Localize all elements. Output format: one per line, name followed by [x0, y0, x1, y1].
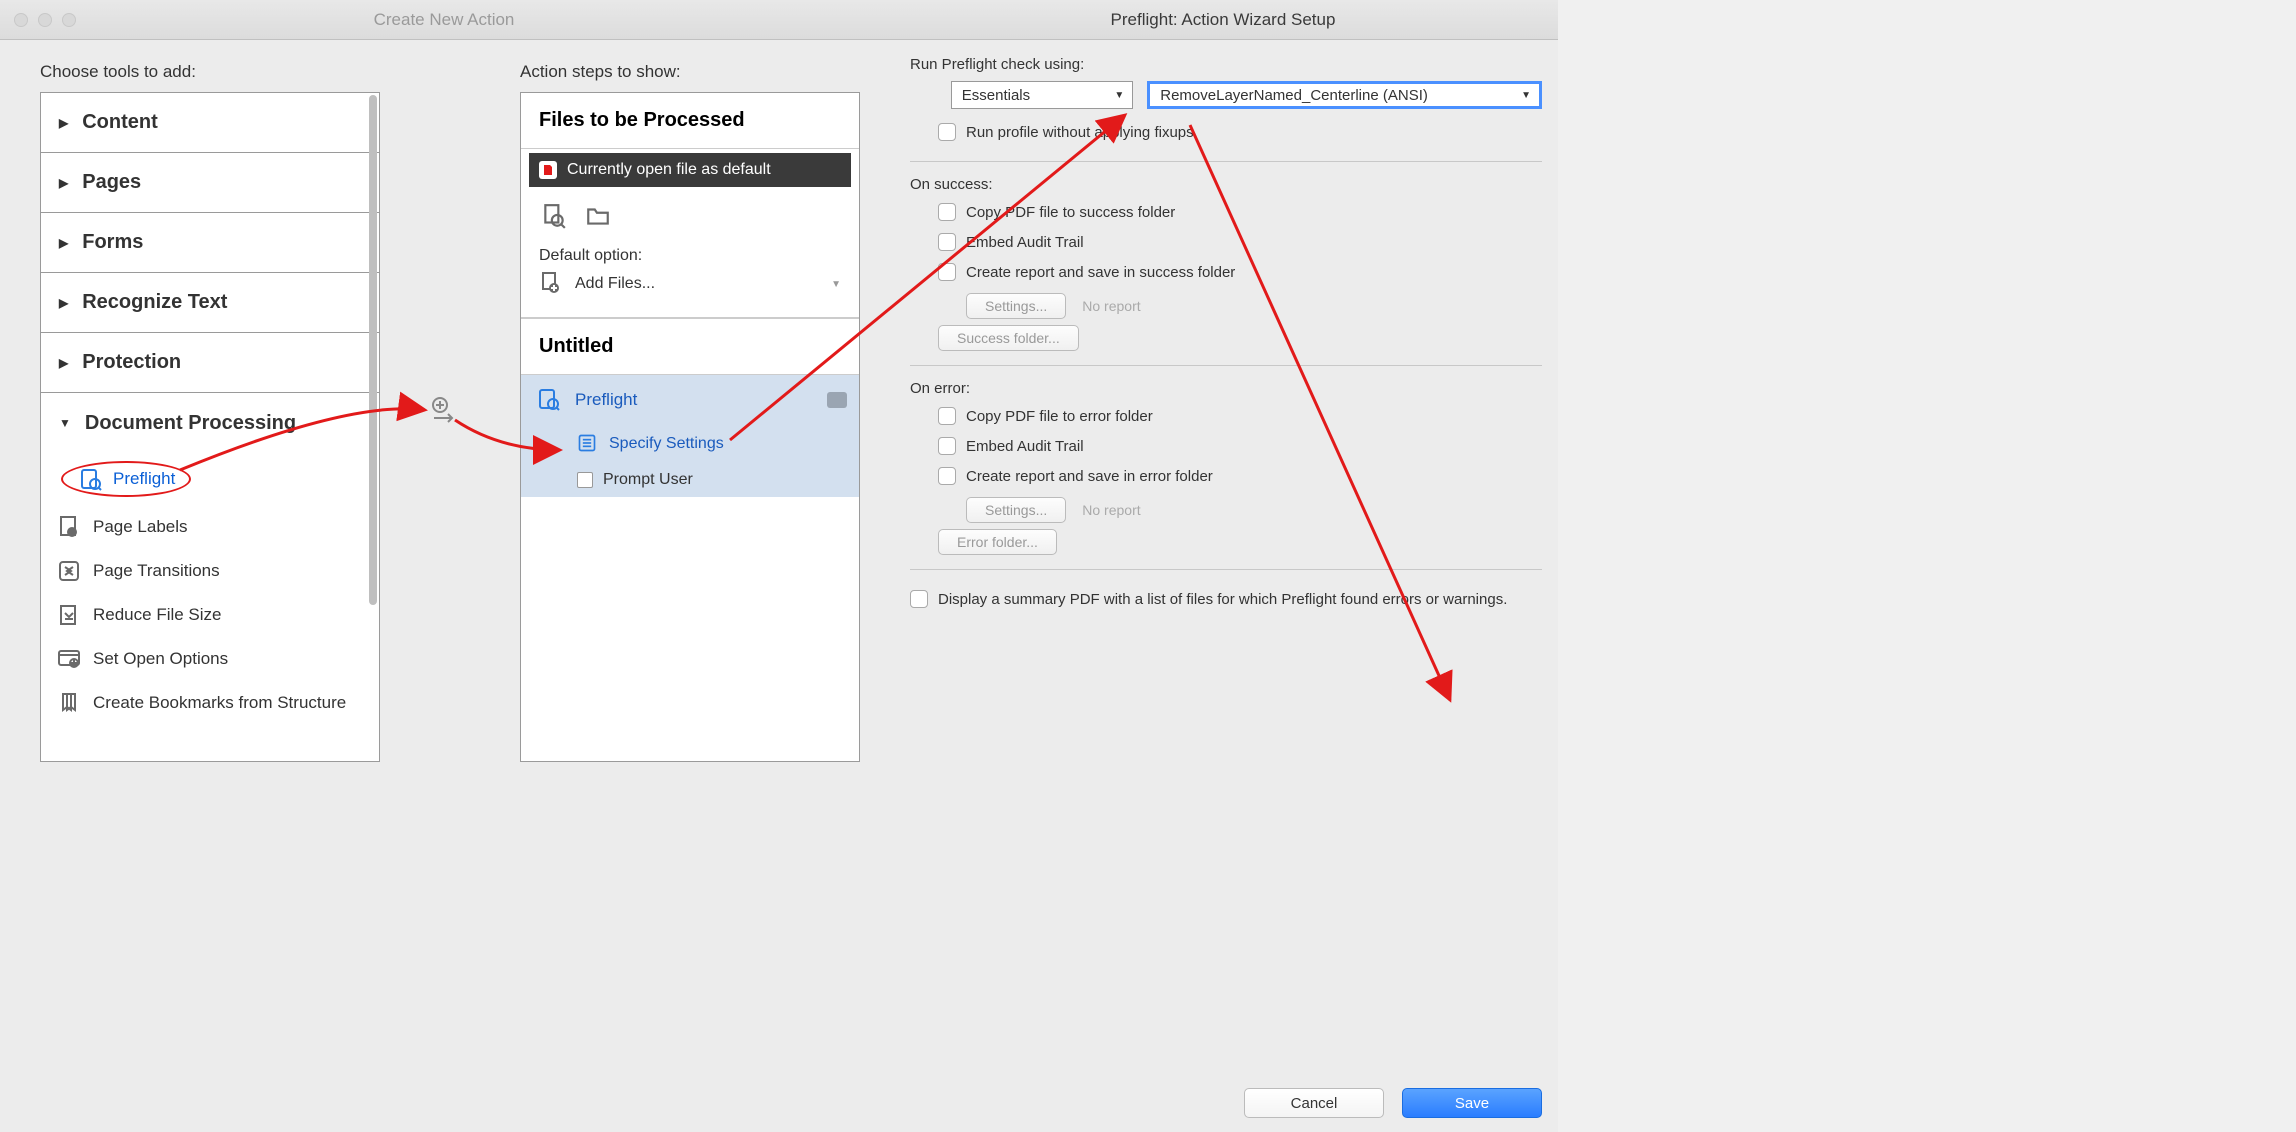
chevron-right-icon: ▶: [59, 116, 68, 130]
on-success-label: On success:: [910, 176, 1542, 193]
embed-audit-error-checkbox[interactable]: [938, 437, 956, 455]
step-prompt-user[interactable]: Prompt User: [521, 463, 859, 497]
window-title-right: Preflight: Action Wizard Setup: [888, 10, 1558, 30]
create-report-error-row[interactable]: Create report and save in error folder: [910, 461, 1542, 491]
chevron-down-icon: ▼: [1521, 90, 1531, 101]
tool-preflight[interactable]: Preflight: [41, 453, 379, 505]
settings-list-icon: [577, 433, 599, 455]
chevron-right-icon: ▶: [59, 356, 68, 370]
embed-audit-success-row[interactable]: Embed Audit Trail: [910, 227, 1542, 257]
display-summary-checkbox[interactable]: [910, 590, 928, 608]
default-option-label: Default option:: [539, 247, 841, 265]
error-folder-button[interactable]: Error folder...: [938, 529, 1057, 555]
run-without-fixups-checkbox[interactable]: [938, 123, 956, 141]
steps-panel: Files to be Processed Currently open fil…: [520, 92, 860, 762]
window-title-left: Create New Action: [0, 10, 888, 30]
titlebar-left: Create New Action: [0, 0, 888, 40]
preflight-wizard-window: Preflight: Action Wizard Setup Run Prefl…: [888, 0, 1558, 1132]
category-content[interactable]: ▶Content: [41, 93, 379, 153]
chevron-down-icon: ▼: [59, 416, 71, 430]
copy-error-row[interactable]: Copy PDF file to error folder: [910, 401, 1542, 431]
chevron-right-icon: ▶: [59, 296, 68, 310]
copy-error-checkbox[interactable]: [938, 407, 956, 425]
untitled-header: Untitled: [521, 318, 859, 375]
step-options-icon[interactable]: [827, 392, 847, 408]
create-report-success-checkbox[interactable]: [938, 263, 956, 281]
settings-error-button[interactable]: Settings...: [966, 497, 1066, 523]
embed-audit-error-row[interactable]: Embed Audit Trail: [910, 431, 1542, 461]
browse-file-icon[interactable]: [539, 201, 569, 231]
step-specify-settings[interactable]: Specify Settings: [521, 425, 859, 463]
tool-reduce-file-size[interactable]: Reduce File Size: [41, 593, 379, 637]
no-report-success-text: No report: [1082, 298, 1140, 314]
embed-audit-success-checkbox[interactable]: [938, 233, 956, 251]
cancel-button[interactable]: Cancel: [1244, 1088, 1384, 1118]
category-recognize-text[interactable]: ▶Recognize Text: [41, 273, 379, 333]
titlebar-right: Preflight: Action Wizard Setup: [888, 0, 1558, 40]
folder-icon[interactable]: [583, 201, 613, 231]
chevron-down-icon: ▼: [1114, 90, 1124, 101]
chevron-down-icon: ▼: [831, 279, 841, 290]
category-pages[interactable]: ▶Pages: [41, 153, 379, 213]
run-check-label: Run Preflight check using:: [910, 56, 1542, 73]
category-document-processing[interactable]: ▼Document Processing: [41, 393, 379, 453]
create-report-success-row[interactable]: Create report and save in success folder: [910, 257, 1542, 287]
step-preflight[interactable]: Preflight: [521, 375, 859, 425]
tool-page-transitions[interactable]: Page Transitions: [41, 549, 379, 593]
category-protection[interactable]: ▶Protection: [41, 333, 379, 393]
add-tool-button[interactable]: [428, 396, 458, 431]
no-report-error-text: No report: [1082, 502, 1140, 518]
page-labels-icon: 1: [55, 513, 83, 541]
settings-success-button[interactable]: Settings...: [966, 293, 1066, 319]
files-to-be-processed-header: Files to be Processed: [521, 93, 859, 149]
copy-success-checkbox[interactable]: [938, 203, 956, 221]
bookmarks-icon: [55, 689, 83, 717]
reduce-file-size-icon: [55, 601, 83, 629]
save-button[interactable]: Save: [1402, 1088, 1542, 1118]
run-without-fixups-row[interactable]: Run profile without applying fixups: [910, 117, 1542, 147]
pdf-icon: [539, 161, 557, 179]
tool-set-open-options[interactable]: Set Open Options: [41, 637, 379, 681]
set-open-options-icon: [55, 645, 83, 673]
tools-panel: ▶Content ▶Pages ▶Forms ▶Recognize Text ▶…: [40, 92, 380, 762]
steps-label: Action steps to show:: [520, 62, 860, 82]
tool-create-bookmarks[interactable]: Create Bookmarks from Structure: [41, 681, 379, 725]
svg-text:1: 1: [70, 530, 74, 537]
tools-scrollbar[interactable]: [369, 95, 377, 759]
create-action-window: Create New Action Choose tools to add: ▶…: [0, 0, 888, 1132]
copy-success-row[interactable]: Copy PDF file to success folder: [910, 197, 1542, 227]
prompt-user-checkbox[interactable]: [577, 472, 593, 488]
create-report-error-checkbox[interactable]: [938, 467, 956, 485]
add-files-icon: [539, 271, 565, 297]
currently-open-file-row: Currently open file as default: [529, 153, 851, 187]
category-forms[interactable]: ▶Forms: [41, 213, 379, 273]
tool-page-labels[interactable]: 1 Page Labels: [41, 505, 379, 549]
chevron-right-icon: ▶: [59, 176, 68, 190]
profile-dropdown[interactable]: RemoveLayerNamed_Centerline (ANSI) ▼: [1147, 81, 1542, 109]
chevron-right-icon: ▶: [59, 236, 68, 250]
preflight-icon: [537, 387, 563, 413]
success-folder-button[interactable]: Success folder...: [938, 325, 1079, 351]
library-dropdown[interactable]: Essentials ▼: [951, 81, 1134, 109]
add-files-row[interactable]: Add Files... ▼: [539, 265, 841, 311]
display-summary-row[interactable]: Display a summary PDF with a list of fil…: [910, 584, 1542, 614]
page-transitions-icon: [55, 557, 83, 585]
preflight-icon: [77, 465, 105, 493]
on-error-label: On error:: [910, 380, 1542, 397]
